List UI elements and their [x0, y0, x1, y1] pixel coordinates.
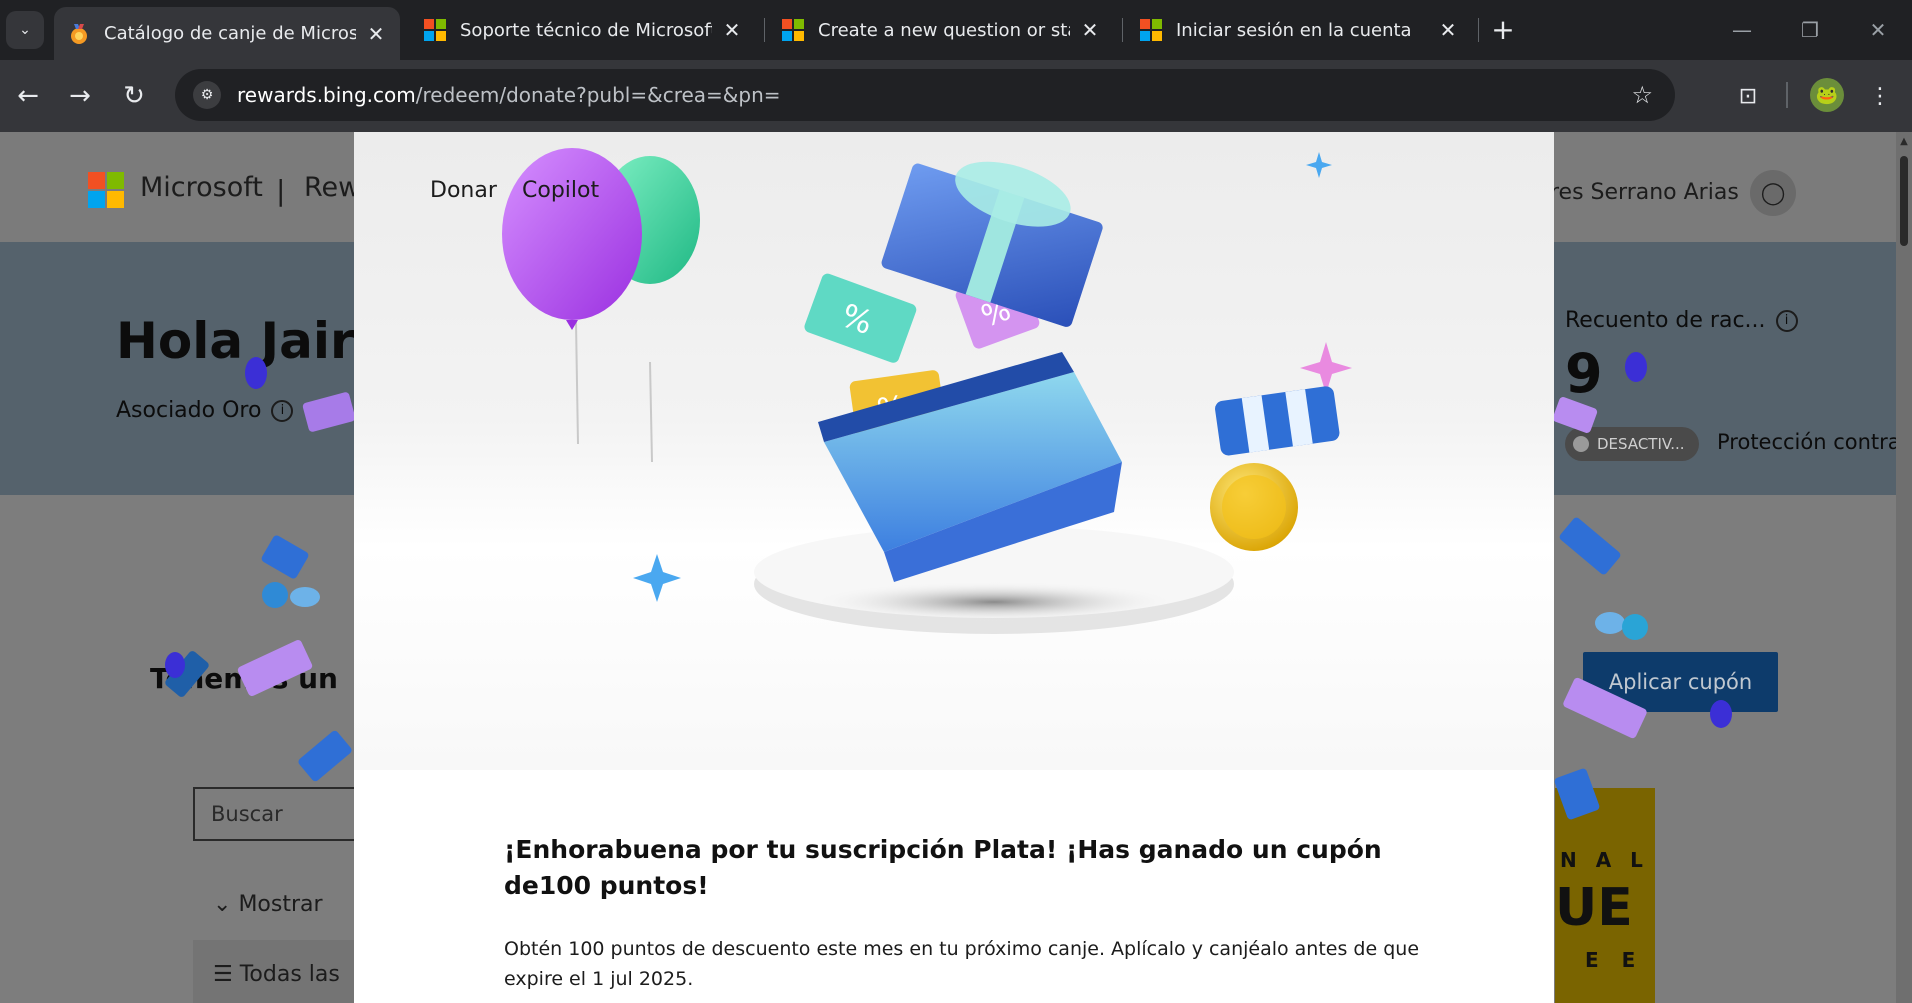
url-path: /redeem/donate?publ=&crea=&pn=	[415, 83, 781, 107]
address-bar[interactable]: ⚙ rewards.bing.com/redeem/donate?publ=&c…	[175, 69, 1675, 121]
tab-create-question[interactable]: Create a new question or start a ✕	[768, 7, 1114, 53]
tab-title: Soporte técnico de Microsoft	[460, 19, 712, 41]
microsoft-logo-icon	[782, 19, 804, 41]
member-level: Asociado Oro i	[116, 398, 294, 423]
info-icon[interactable]: i	[1775, 310, 1798, 332]
tab-title: Iniciar sesión en la cuenta	[1176, 19, 1412, 41]
confetti-piece	[1710, 700, 1732, 728]
confetti-piece	[296, 729, 354, 783]
streak-count: 9	[1565, 342, 1603, 405]
info-icon[interactable]: i	[271, 400, 294, 422]
show-filter-label: Mostrar	[238, 892, 323, 917]
close-icon[interactable]: ✕	[722, 18, 742, 42]
filter-all-label: Todas las	[239, 962, 340, 987]
tab-sign-in[interactable]: Iniciar sesión en la cuenta ✕	[1126, 7, 1472, 53]
brand-name[interactable]: Microsoft	[140, 172, 263, 203]
close-icon[interactable]: ✕	[366, 22, 386, 46]
nav-copilot[interactable]: Copilot	[522, 178, 599, 203]
restore-icon[interactable]: ❐	[1790, 14, 1830, 46]
promo-line-3: E E	[1585, 948, 1644, 972]
confetti-piece	[165, 652, 185, 678]
tab-title: Catálogo de canje de Microsoft	[104, 23, 356, 44]
site-info-icon[interactable]: ⚙	[193, 81, 221, 109]
minimize-icon[interactable]: —	[1722, 14, 1762, 46]
streak-title-text: Recuento de rac...	[1565, 308, 1766, 333]
forward-icon[interactable]: →	[62, 78, 98, 114]
rewards-label[interactable]: Rew	[304, 172, 360, 203]
reload-icon[interactable]: ↻	[116, 78, 152, 114]
new-tab-icon[interactable]: +	[1488, 14, 1518, 46]
page-scrollbar[interactable]: ▲	[1896, 132, 1912, 1003]
browser-toolbar: ← → ↻ ⚙ rewards.bing.com/redeem/donate?p…	[0, 60, 1912, 132]
member-level-text: Asociado Oro	[116, 398, 262, 423]
nav-donate[interactable]: Donar	[430, 178, 497, 203]
profile-avatar[interactable]: 🐸	[1810, 78, 1844, 112]
screenshot-icon[interactable]: ⊡	[1730, 78, 1766, 114]
rewards-medal-icon	[71, 23, 87, 44]
url-host: rewards.bing.com	[237, 83, 416, 107]
tab-separator	[764, 18, 765, 42]
user-name[interactable]: res Serrano Arias	[1550, 180, 1739, 205]
chevron-down-icon: ⌄	[213, 892, 239, 917]
tab-separator	[1478, 18, 1479, 42]
modal-illustration: % % % Donar Copilot	[354, 132, 1554, 770]
window-close-icon[interactable]: ✕	[1858, 14, 1898, 46]
coupon-modal: % % % Donar Copilot ¡Enhorabuena	[354, 132, 1554, 1003]
close-icon[interactable]: ✕	[1438, 18, 1458, 42]
tab-title: Create a new question or start a	[818, 19, 1070, 41]
microsoft-logo-icon	[1140, 19, 1162, 41]
promo-line-1: N A L	[1560, 848, 1649, 872]
tab-support[interactable]: Soporte técnico de Microsoft ✕	[410, 7, 756, 53]
list-icon: ☰	[213, 962, 240, 987]
toolbar-separator	[1786, 82, 1788, 108]
promo-card[interactable]: N A L UE E E	[1555, 788, 1655, 1003]
user-icon[interactable]: ◯	[1750, 170, 1796, 216]
promo-line-2: UE	[1555, 878, 1633, 938]
confetti-piece	[245, 357, 267, 389]
confetti-piece	[1558, 515, 1622, 577]
microsoft-logo-icon	[424, 19, 446, 41]
tab-rewards-catalog[interactable]: Catálogo de canje de Microsoft ✕	[54, 7, 400, 60]
close-icon[interactable]: ✕	[1080, 18, 1100, 42]
confetti-piece	[1625, 352, 1647, 382]
back-icon[interactable]: ←	[10, 78, 46, 114]
bookmark-star-icon[interactable]: ☆	[1631, 81, 1653, 109]
tab-strip: ⌄ Catálogo de canje de Microsoft ✕ Sopor…	[0, 0, 1912, 60]
menu-kebab-icon[interactable]: ⋮	[1862, 78, 1898, 114]
gift-illustration: % % %	[502, 148, 1352, 634]
streak-title: Recuento de rac... i	[1565, 308, 1798, 333]
scroll-up-icon[interactable]: ▲	[1898, 136, 1910, 147]
modal-description: Obtén 100 puntos de descuento este mes e…	[504, 938, 1420, 990]
brand-separator: |	[276, 174, 286, 207]
toggle-label: DESACTIV...	[1597, 435, 1685, 453]
confetti-piece	[260, 534, 310, 580]
url-text[interactable]: rewards.bing.com/redeem/donate?publ=&cre…	[237, 83, 781, 107]
toggle-knob	[1573, 436, 1589, 452]
protection-label: Protección contra l	[1717, 430, 1912, 454]
confetti-piece	[1622, 614, 1648, 640]
tab-separator	[1122, 18, 1123, 42]
confetti-piece	[290, 587, 320, 607]
tab-search-icon[interactable]: ⌄	[6, 11, 44, 49]
modal-title: ¡Enhorabuena por tu suscripción Plata! ¡…	[504, 835, 1382, 900]
show-filter[interactable]: ⌄ Mostrar	[213, 892, 323, 917]
microsoft-logo-icon[interactable]	[88, 172, 124, 208]
confetti-piece	[262, 582, 288, 608]
scroll-thumb[interactable]	[1900, 156, 1908, 246]
confetti-piece	[1595, 612, 1625, 634]
